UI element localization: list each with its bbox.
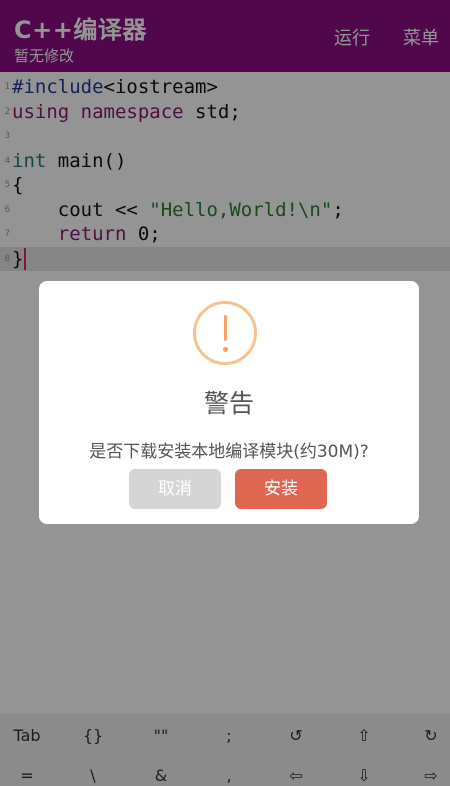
- dialog-message: 是否下载安装本地编译模块(约30M)?: [89, 442, 369, 462]
- cancel-button[interactable]: 取消: [129, 469, 221, 509]
- warning-dialog: 警告 是否下载安装本地编译模块(约30M)? 取消 安装: [39, 281, 419, 524]
- warning-icon: [193, 301, 257, 365]
- install-button[interactable]: 安装: [235, 469, 327, 509]
- dialog-title: 警告: [203, 389, 254, 418]
